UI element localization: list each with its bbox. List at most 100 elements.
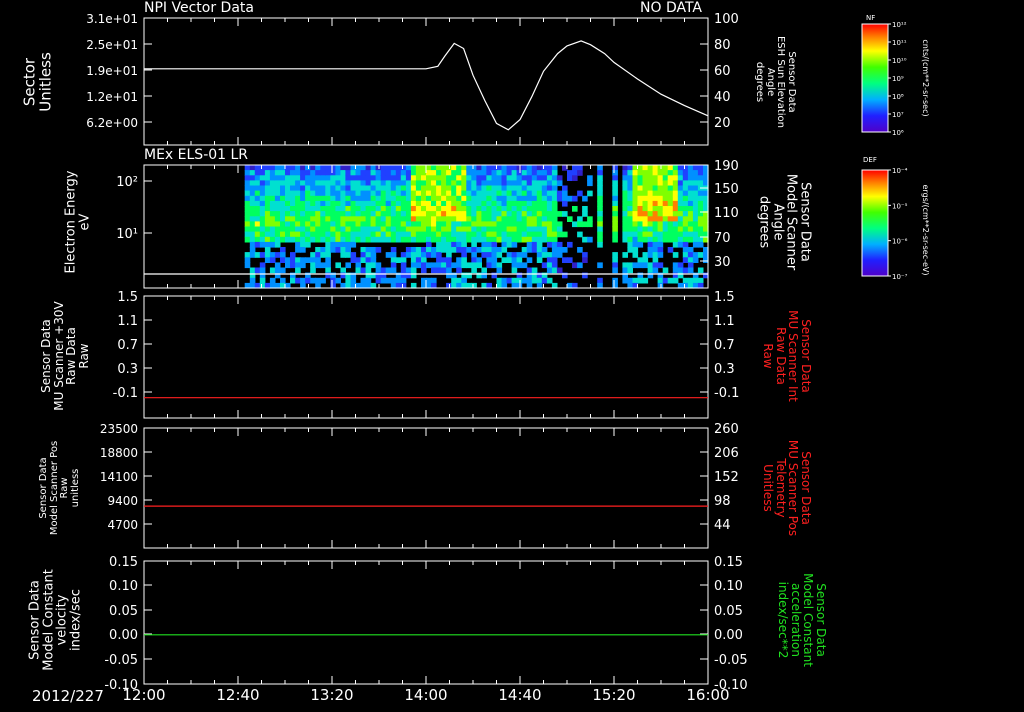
p5-left-label: 0.10 <box>109 579 138 594</box>
heatmap-cell <box>657 185 664 192</box>
p2-right-label: 190 <box>714 159 739 174</box>
heatmap-cell <box>597 206 603 212</box>
heatmap-cell <box>546 277 553 284</box>
heatmap-cell <box>365 200 372 207</box>
heatmap-cell <box>305 277 311 284</box>
heatmap-cell <box>269 175 276 181</box>
heatmap-cell <box>506 226 513 233</box>
heatmap-cell <box>461 262 467 269</box>
heatmap-cell <box>516 170 523 176</box>
heatmap-cell <box>692 206 699 212</box>
heatmap-cell <box>259 190 266 197</box>
heatmap-cell <box>325 221 331 228</box>
heatmap-cell <box>612 195 618 202</box>
heatmap-cell <box>305 175 311 181</box>
heatmap-cell <box>269 231 276 238</box>
heatmap-cell <box>410 180 417 187</box>
heatmap-cell <box>582 252 588 258</box>
heatmap-cell <box>536 200 543 207</box>
heatmap-cell <box>385 267 392 274</box>
heatmap-cell <box>300 262 306 269</box>
heatmap-cell <box>511 257 518 263</box>
heatmap-cell <box>511 277 518 284</box>
heatmap-cell <box>516 226 523 233</box>
heatmap-cell <box>340 216 346 222</box>
heatmap-cell <box>400 231 407 238</box>
heatmap-cell <box>350 200 357 207</box>
heatmap-cell <box>274 185 281 192</box>
heatmap-cell <box>501 226 508 233</box>
heatmap-cell <box>436 165 442 171</box>
heatmap-cell <box>637 185 644 192</box>
heatmap-cell <box>501 206 508 212</box>
heatmap-cell <box>677 226 684 233</box>
heatmap-cell <box>244 175 251 181</box>
heatmap-cell <box>597 190 603 197</box>
heatmap-cell <box>305 185 311 192</box>
heatmap-cell <box>481 267 487 274</box>
heatmap-cell <box>682 175 689 181</box>
heatmap-cell <box>249 277 256 284</box>
heatmap-cell <box>249 180 256 187</box>
heatmap-cell <box>567 257 573 263</box>
heatmap-cell <box>627 231 633 238</box>
heatmap-cell <box>365 206 372 212</box>
heatmap-cell <box>662 190 669 197</box>
heatmap-cell <box>375 247 382 253</box>
heatmap-cell <box>521 200 528 207</box>
heatmap-cell <box>415 170 422 176</box>
heatmap-cell <box>310 226 316 233</box>
heatmap-cell <box>269 211 276 217</box>
heatmap-cell <box>642 170 649 176</box>
heatmap-cell <box>295 195 301 202</box>
heatmap-cell <box>375 206 382 212</box>
heatmap-cell <box>657 262 664 269</box>
p2-right-label: 70 <box>714 231 731 246</box>
p3-left-label: 0.3 <box>117 362 138 377</box>
heatmap-cell <box>325 211 331 217</box>
heatmap-cell <box>380 216 387 222</box>
heatmap-cell <box>370 175 377 181</box>
heatmap-cell <box>541 226 548 233</box>
heatmap-cell <box>541 206 548 212</box>
heatmap-cell <box>285 216 291 222</box>
p3-right-label: -0.1 <box>714 386 739 401</box>
heatmap-cell <box>355 180 362 187</box>
heatmap-cell <box>612 175 618 181</box>
heatmap-cell <box>682 226 689 233</box>
heatmap-cell <box>330 175 336 181</box>
heatmap-cell <box>345 165 351 171</box>
heatmap-cell <box>481 236 487 243</box>
heatmap-cell <box>400 226 407 233</box>
heatmap-cell <box>436 226 442 233</box>
heatmap-cell <box>350 241 357 248</box>
heatmap-cell <box>511 216 518 222</box>
heatmap-cell <box>421 221 427 228</box>
heatmap-cell <box>254 221 261 228</box>
heatmap-cell <box>466 165 472 171</box>
heatmap-cell <box>375 231 382 238</box>
heatmap-cell <box>521 211 528 217</box>
heatmap-cell <box>325 216 331 222</box>
heatmap-cell <box>582 195 588 202</box>
heatmap-cell <box>320 175 326 181</box>
heatmap-cell <box>254 170 261 176</box>
heatmap-cell <box>290 236 296 243</box>
heatmap-cell <box>697 195 704 202</box>
panel3-left-label: Sensor Data MU Scanner +30V Raw Data Raw <box>38 301 91 411</box>
heatmap-cell <box>672 236 679 243</box>
heatmap-cell <box>285 190 291 197</box>
heatmap-cell <box>360 277 367 284</box>
heatmap-cell <box>259 185 266 192</box>
heatmap-cell <box>572 165 578 171</box>
heatmap-cell <box>340 226 346 233</box>
heatmap-cell <box>405 221 412 228</box>
heatmap-cell <box>390 277 397 284</box>
heatmap-cell <box>577 170 583 176</box>
heatmap-cell <box>345 231 351 238</box>
heatmap-cell <box>496 226 503 233</box>
heatmap-cell <box>491 231 498 238</box>
heatmap-cell <box>280 185 286 192</box>
heatmap-cell <box>431 190 437 197</box>
heatmap-cell <box>486 241 492 248</box>
